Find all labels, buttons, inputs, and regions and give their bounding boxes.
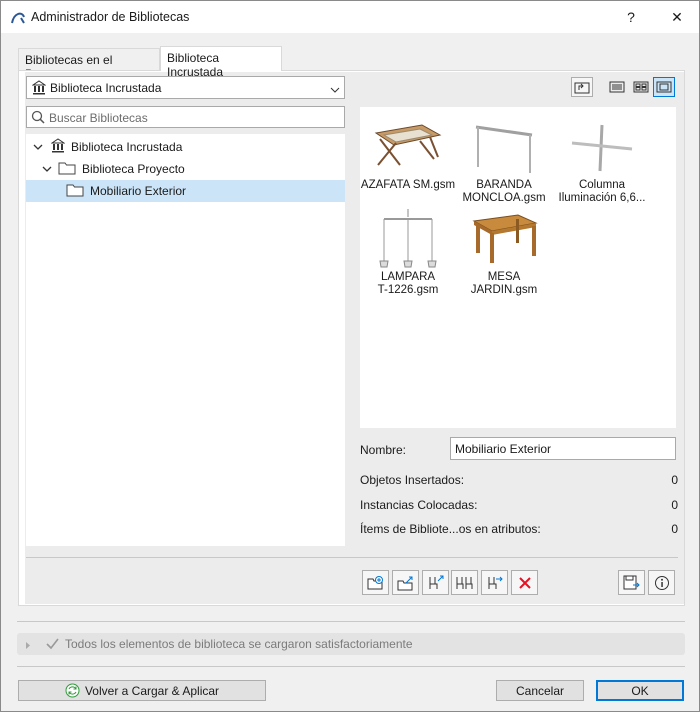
- new-folder-icon: [367, 575, 383, 589]
- new-folder-button[interactable]: [362, 570, 389, 595]
- object-thumbnail: [360, 205, 456, 271]
- chair-export-icon: [429, 575, 443, 589]
- object-thumbnail: [360, 113, 456, 179]
- title-bar: Administrador de Bibliotecas ? ✕: [1, 1, 699, 33]
- object-label-line1: Columna: [578, 179, 626, 191]
- tree-item-exterior-furniture[interactable]: Mobiliario Exterior: [26, 180, 345, 202]
- grid-view-icon: [633, 81, 649, 93]
- chairs-icon: [456, 576, 472, 589]
- preview-view-button[interactable]: [653, 77, 675, 97]
- library-select-value: Biblioteca Incrustada: [50, 81, 162, 95]
- window-title: Administrador de Bibliotecas: [31, 10, 190, 24]
- reload-apply-button[interactable]: Volver a Cargar & Aplicar: [18, 680, 266, 701]
- status-text: Todos los elementos de biblioteca se car…: [65, 637, 413, 651]
- divider: [26, 557, 678, 558]
- divider: [17, 621, 685, 622]
- inserted-objects-count: 0: [671, 473, 678, 487]
- grid-view-button[interactable]: [630, 77, 652, 97]
- folder-icon: [66, 183, 84, 200]
- library-tree: Biblioteca Incrustada Biblioteca Proyect…: [26, 134, 345, 546]
- chevron-down-icon[interactable]: [33, 140, 45, 154]
- name-label: Nombre:: [360, 443, 407, 457]
- checkmark-icon: [46, 638, 59, 653]
- library-icon: [50, 138, 66, 156]
- reload-apply-label: Volver a Cargar & Aplicar: [84, 683, 220, 698]
- objects-button[interactable]: [451, 570, 478, 595]
- import-folder-button[interactable]: [392, 570, 419, 595]
- object-label-line1: BARANDA: [476, 179, 532, 191]
- object-label-line2: JARDIN.gsm: [470, 284, 538, 296]
- object-thumbnail: [554, 113, 650, 179]
- library-icon: [31, 80, 47, 98]
- folder-import-icon: [397, 576, 412, 590]
- object-item[interactable]: AZAFATA SM.gsm: [360, 113, 456, 192]
- tree-item-label: Biblioteca Incrustada: [71, 140, 183, 154]
- placed-instances-count: 0: [671, 498, 678, 512]
- archicad-app-icon: [10, 9, 26, 25]
- divider: [17, 666, 685, 667]
- save-icon: [623, 575, 640, 589]
- attribute-items-label: Ítems de Bibliote...os en atributos:: [360, 522, 541, 536]
- replace-object-button[interactable]: [481, 570, 508, 595]
- go-up-button[interactable]: [571, 77, 593, 97]
- tree-item-project-library[interactable]: Biblioteca Proyecto: [26, 158, 345, 180]
- placed-instances-label: Instancias Colocadas:: [360, 498, 478, 512]
- object-label-line1: AZAFATA SM.gsm: [360, 179, 456, 191]
- reload-icon: [65, 683, 80, 698]
- chair-replace-icon: [488, 576, 503, 589]
- list-view-icon: [609, 81, 625, 93]
- object-item[interactable]: LAMPARA T-1226.gsm: [360, 205, 456, 297]
- search-placeholder: Buscar Bibliotecas: [49, 111, 148, 125]
- save-button[interactable]: [618, 570, 645, 595]
- help-button[interactable]: ?: [608, 1, 654, 33]
- object-label-line2: T-1226.gsm: [377, 284, 439, 296]
- export-object-button[interactable]: [422, 570, 449, 595]
- cancel-button[interactable]: Cancelar: [496, 680, 584, 701]
- search-icon: [31, 110, 45, 127]
- chevron-down-icon: [330, 83, 340, 97]
- object-item[interactable]: Columna Iluminación 6,6...: [554, 113, 650, 205]
- object-item[interactable]: MESA JARDIN.gsm: [456, 205, 552, 297]
- attribute-items-count: 0: [671, 522, 678, 536]
- preview-view-icon: [656, 81, 672, 93]
- library-select[interactable]: Biblioteca Incrustada: [26, 76, 345, 99]
- delete-button[interactable]: [511, 570, 538, 595]
- object-preview-area: AZAFATA SM.gsm BARANDA MONCLOA.gsm Colum…: [360, 107, 676, 428]
- search-input[interactable]: Buscar Bibliotecas: [26, 106, 345, 128]
- chevron-down-icon[interactable]: [42, 162, 54, 176]
- list-view-button[interactable]: [606, 77, 628, 97]
- folder-icon: [58, 161, 76, 178]
- tree-item-label: Mobiliario Exterior: [90, 184, 187, 198]
- name-field[interactable]: Mobiliario Exterior: [450, 437, 676, 460]
- inserted-objects-label: Objetos Insertados:: [360, 473, 465, 487]
- folder-up-icon: [574, 82, 590, 94]
- object-thumbnail: [456, 113, 552, 179]
- object-label-line2: MONCLOA.gsm: [462, 192, 546, 204]
- ok-button[interactable]: OK: [596, 680, 684, 701]
- tree-item-embedded-library[interactable]: Biblioteca Incrustada: [26, 136, 345, 158]
- object-label-line1: MESA: [487, 271, 521, 283]
- delete-icon: [518, 576, 531, 589]
- info-icon: [654, 575, 669, 590]
- tree-item-label: Biblioteca Proyecto: [82, 162, 185, 176]
- chevron-right-icon: [25, 639, 31, 653]
- library-manager-window: Administrador de Bibliotecas ? ✕ Bibliot…: [0, 0, 700, 712]
- object-item[interactable]: BARANDA MONCLOA.gsm: [456, 113, 552, 205]
- tab-embedded-library[interactable]: Biblioteca Incrustada: [160, 46, 282, 79]
- object-label-line1: LAMPARA: [380, 271, 436, 283]
- status-bar[interactable]: Todos los elementos de biblioteca se car…: [17, 633, 685, 655]
- object-label-line2: Iluminación 6,6...: [558, 192, 646, 204]
- info-button[interactable]: [648, 570, 675, 595]
- tab-project-libraries[interactable]: Bibliotecas en el Proyecto: [18, 48, 160, 81]
- object-thumbnail: [456, 205, 552, 271]
- close-button[interactable]: ✕: [654, 1, 700, 33]
